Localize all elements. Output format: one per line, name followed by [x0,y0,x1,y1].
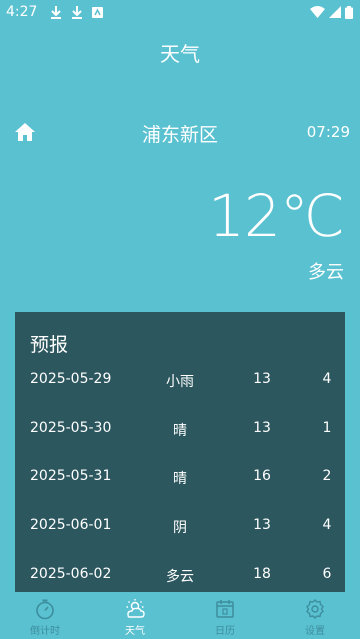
nav-label: 日历 [215,626,235,637]
forecast-low: 2 [322,468,332,484]
nav-item-settings[interactable]: 设置 [270,592,360,639]
forecast-condition: 阴 [173,520,187,536]
status-right [310,5,353,19]
nav-label: 设置 [305,626,325,637]
forecast-date: 2025-06-02 [30,566,112,582]
forecast-low: 6 [322,566,332,582]
forecast-condition: 小雨 [166,374,194,390]
forecast-high: 13 [253,517,271,533]
forecast-high: 18 [253,566,271,582]
current-temperature: 12℃ [208,182,345,250]
location-row: 浦东新区 07:29 [0,118,360,146]
forecast-high: 13 [253,420,271,436]
forecast-low: 4 [322,517,332,533]
page-title: 天气 [160,42,200,66]
nav-item-calendar[interactable]: 日历 [180,592,270,639]
forecast-date: 2025-06-01 [30,517,112,533]
nav-item-countdown[interactable]: 倒计时 [0,592,90,639]
weather-icon [126,599,145,618]
status-bar: 4:27 [0,0,360,24]
stopwatch-icon [36,599,54,620]
update-time: 07:29 [306,123,350,141]
forecast-date: 2025-05-30 [30,420,112,436]
forecast-row: 2025-05-31 晴 16 2 [15,468,345,490]
forecast-condition: 多云 [166,569,194,585]
forecast-title: 预报 [30,334,69,356]
forecast-low: 1 [322,420,332,436]
gear-icon [306,599,324,619]
forecast-row: 2025-05-30 晴 13 1 [15,420,345,442]
forecast-condition: 晴 [173,423,187,439]
status-time: 4:27 [6,4,38,20]
forecast-low: 4 [322,371,332,387]
forecast-high: 13 [253,371,271,387]
forecast-row: 2025-06-01 阴 13 4 [15,517,345,539]
bottom-nav: 倒计时 天气 日历 设置 [0,592,360,639]
calendar-icon [216,600,234,618]
forecast-date: 2025-05-29 [30,371,112,387]
download-icon [51,6,62,19]
forecast-panel: 预报 2025-05-29 小雨 13 4 2025-05-30 晴 13 1 … [15,312,345,592]
download-icon [72,6,83,19]
forecast-row: 2025-05-29 小雨 13 4 [15,371,345,393]
nav-label: 倒计时 [30,626,60,637]
forecast-date: 2025-05-31 [30,468,112,484]
forecast-row: 2025-06-02 多云 18 6 [15,566,345,588]
wifi-icon [310,6,325,18]
signal-icon [329,6,341,18]
battery-icon [345,5,353,19]
app-badge-icon [92,6,104,18]
current-condition: 多云 [308,262,344,283]
forecast-high: 16 [253,468,271,484]
status-left: 4:27 [6,4,104,20]
nav-label: 天气 [125,626,145,637]
nav-item-weather[interactable]: 天气 [90,592,180,639]
forecast-condition: 晴 [173,471,187,487]
